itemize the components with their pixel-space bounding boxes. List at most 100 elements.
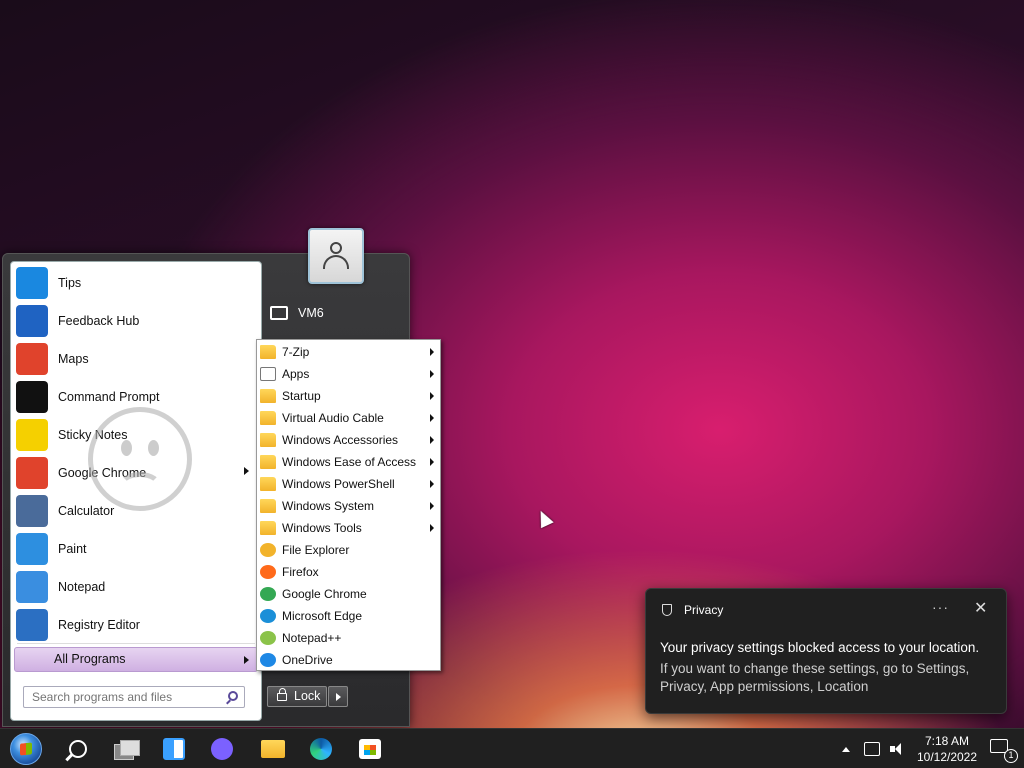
submenu-item[interactable]: Microsoft Edge	[257, 605, 440, 627]
program-label: Command Prompt	[58, 390, 160, 404]
taskbar-search-button[interactable]	[60, 733, 96, 765]
chat-button[interactable]	[204, 733, 240, 765]
folder-icon	[260, 389, 276, 403]
chevron-right-icon	[244, 467, 249, 475]
folder-icon	[260, 521, 276, 535]
submenu-item-label: Windows Accessories	[282, 433, 399, 447]
submenu-item-label: OneDrive	[282, 653, 333, 667]
registry-editor-icon	[16, 609, 48, 641]
system-tray: 7:18 AM 10/12/2022 1	[842, 729, 1024, 768]
user-folder-icon	[270, 306, 288, 320]
submenu-item-label: Google Chrome	[282, 587, 367, 601]
submenu-item-label: Windows PowerShell	[282, 477, 395, 491]
submenu-item[interactable]: Notepad++	[257, 627, 440, 649]
submenu-item[interactable]: OneDrive	[257, 649, 440, 671]
power-options-arrow-button[interactable]	[328, 686, 348, 707]
chevron-right-icon	[430, 370, 434, 378]
program-item[interactable]: Notepad	[11, 568, 261, 606]
edge-icon	[260, 609, 276, 623]
all-programs-button[interactable]: All Programs	[14, 647, 258, 672]
all-programs-submenu: 7-Zip Apps Startup Virtual Audio Cable Windo…	[256, 339, 441, 671]
search-input[interactable]	[24, 687, 214, 707]
submenu-item[interactable]: Windows Tools	[257, 517, 440, 539]
clock-date: 10/12/2022	[916, 750, 978, 764]
all-programs-label: All Programs	[54, 652, 126, 666]
user-folder-link[interactable]: VM6	[270, 303, 324, 323]
folder-icon	[260, 477, 276, 491]
onedrive-icon	[260, 653, 276, 667]
close-icon[interactable]: ✕	[974, 598, 987, 618]
task-view-button[interactable]	[108, 733, 144, 765]
shield-icon	[662, 604, 672, 616]
submenu-item[interactable]: Startup	[257, 385, 440, 407]
program-item[interactable]: Tips	[11, 264, 261, 302]
privacy-notification[interactable]: Privacy ··· ✕ Your privacy settings bloc…	[645, 588, 1007, 714]
chevron-right-icon	[430, 348, 434, 356]
lock-icon	[277, 688, 287, 701]
submenu-item-label: 7-Zip	[282, 345, 310, 359]
submenu-item[interactable]: Windows Accessories	[257, 429, 440, 451]
start-search-box[interactable]	[23, 686, 245, 708]
show-hidden-icons-icon[interactable]	[842, 746, 850, 752]
submenu-item[interactable]: 7-Zip	[257, 341, 440, 363]
maps-icon	[16, 343, 48, 375]
submenu-item[interactable]: Windows Ease of Access	[257, 451, 440, 473]
submenu-item[interactable]: Windows System	[257, 495, 440, 517]
lock-label: Lock	[294, 689, 321, 703]
volume-icon[interactable]	[890, 742, 906, 756]
submenu-item[interactable]: Google Chrome	[257, 583, 440, 605]
submenu-item-label: Firefox	[282, 565, 319, 579]
program-label: Calculator	[58, 504, 115, 518]
submenu-item-label: Notepad++	[282, 631, 342, 645]
chevron-right-icon	[430, 524, 434, 532]
mouse-cursor-icon	[534, 507, 554, 529]
user-name-label: VM6	[298, 306, 324, 320]
widgets-icon	[163, 738, 185, 760]
notepad-icon	[16, 571, 48, 603]
submenu-item-label: Apps	[282, 367, 310, 381]
feedback-hub-icon	[16, 305, 48, 337]
start-menu-left-pane: Tips Feedback Hub Maps Command Prompt Sticky…	[10, 261, 262, 721]
program-item[interactable]: Registry Editor	[11, 606, 261, 644]
program-label: Registry Editor	[58, 618, 140, 632]
notification-app-name: Privacy	[684, 603, 724, 617]
program-label: Maps	[58, 352, 89, 366]
lock-button[interactable]: Lock	[267, 686, 327, 707]
edge-button[interactable]	[303, 733, 339, 765]
folder-icon	[260, 411, 276, 425]
folder-icon	[260, 345, 276, 359]
submenu-item-label: File Explorer	[282, 543, 350, 557]
widgets-button[interactable]	[156, 733, 192, 765]
file-explorer-button[interactable]	[255, 733, 291, 765]
notification-header: Privacy	[662, 603, 723, 617]
chevron-right-icon	[430, 480, 434, 488]
submenu-item[interactable]: File Explorer	[257, 539, 440, 561]
file-explorer-icon	[260, 543, 276, 557]
clock[interactable]: 7:18 AM 10/12/2022	[916, 733, 978, 765]
sticky-notes-icon	[16, 419, 48, 451]
submenu-item-label: Windows Ease of Access	[282, 455, 417, 469]
submenu-item[interactable]: Apps	[257, 363, 440, 385]
store-icon	[359, 739, 381, 759]
program-item[interactable]: Feedback Hub	[11, 302, 261, 340]
start-button[interactable]	[8, 733, 44, 765]
network-icon[interactable]	[864, 742, 880, 756]
tips-icon	[16, 267, 48, 299]
search-icon[interactable]	[228, 691, 238, 701]
firefox-icon	[260, 565, 276, 579]
taskbar: 7:18 AM 10/12/2022 1	[0, 728, 1024, 768]
apps-icon	[260, 367, 276, 381]
more-options-icon[interactable]: ···	[932, 599, 949, 615]
submenu-item[interactable]: Firefox	[257, 561, 440, 583]
program-item[interactable]: Maps	[11, 340, 261, 378]
chevron-right-icon	[430, 392, 434, 400]
store-button[interactable]	[352, 733, 388, 765]
submenu-item[interactable]: Virtual Audio Cable	[257, 407, 440, 429]
submenu-item[interactable]: Windows PowerShell	[257, 473, 440, 495]
program-label: Tips	[58, 276, 82, 290]
chevron-right-icon	[430, 436, 434, 444]
program-item[interactable]: Paint	[11, 530, 261, 568]
calculator-icon	[16, 495, 48, 527]
user-picture[interactable]	[308, 228, 364, 284]
notification-center-button[interactable]: 1	[990, 739, 1018, 763]
